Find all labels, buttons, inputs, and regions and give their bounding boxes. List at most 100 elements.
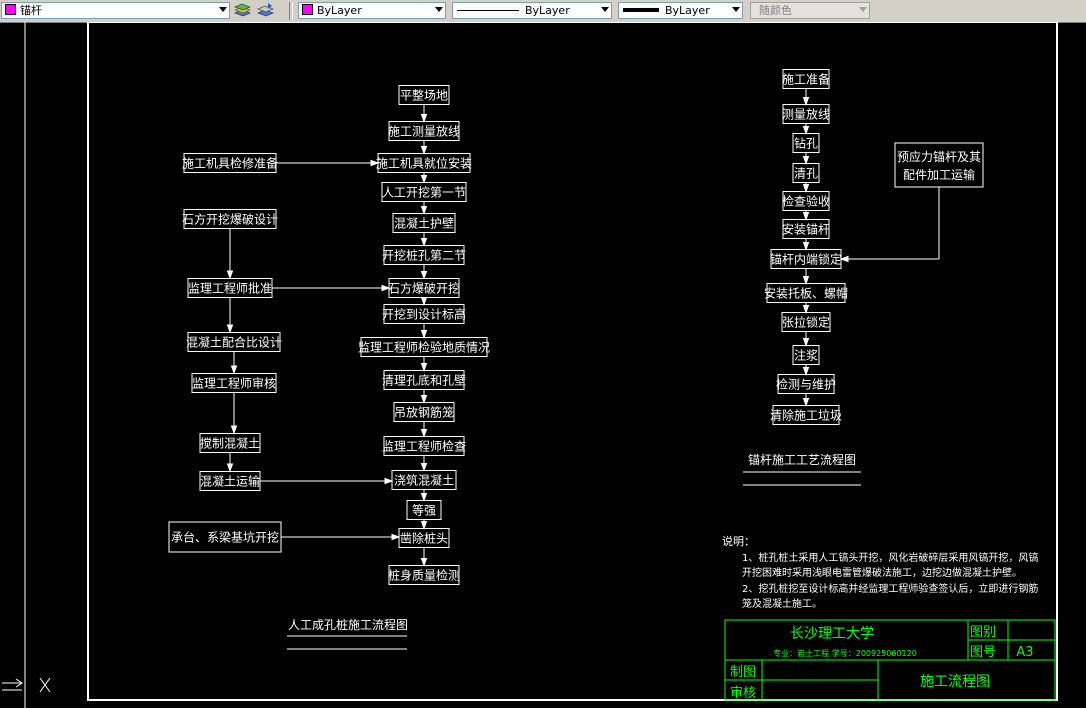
arrowhead [802,276,810,285]
right-step-box-text: 测量放线 [782,107,830,122]
layer-dropdown[interactable]: 锚杆 [1,2,230,19]
lineweight-sample [623,8,659,12]
notes-block: 说明： 1、桩孔桩土采用人工镐头开挖，风化岩破碎层采用风镐开挖，风镐 开挖困难时… [722,534,1038,610]
properties-toolbar: 锚杆 ByLayer ByLayer ByLayer 随颜色 [0,0,1086,23]
arrowhead [420,297,428,306]
arrowhead [802,305,810,314]
flow-nodes: 平整场地施工测量放线施工机具就位安装人工开挖第一节混凝土护壁开挖桩孔第二节石方爆… [168,69,984,585]
left-step-box-text: 吊放钢筋笼 [394,405,454,420]
arrowhead [802,126,810,135]
left-step-box-text: 监理工程师检验地质情况 [358,340,490,355]
chevron-down-icon[interactable] [219,7,227,12]
notes-line: 笼及混凝土施工。 [742,597,822,610]
left-step-box-text: 开挖桩孔第二节 [382,248,466,263]
sheet-size: A3 [1016,645,1033,660]
arrowhead [802,398,810,407]
arrowhead [226,463,234,473]
color-dropdown[interactable]: ByLayer [298,2,446,19]
arrowhead [420,330,428,339]
arrowhead [420,493,428,502]
lineweight-value: ByLayer [665,4,710,17]
arrowhead [420,238,428,247]
left-step-box-text: 平整场地 [400,88,448,103]
left-side-step-box-text: 混凝土配合比设计 [186,335,282,350]
right-flow-title: 锚杆施工工艺流程图 [748,452,856,467]
left-step-box-text: 等强 [412,504,436,518]
left-side-step-box-text: 监理工程师批准 [188,281,272,296]
right-step-box-text: 注浆 [794,348,818,363]
notes-line: 2、挖孔桩挖至设计标高并经监理工程师验查签认后，立即进行钢筋 [742,582,1038,595]
ucs-icon [2,677,51,693]
chevron-down-icon[interactable] [435,7,443,12]
arrowhead [802,242,810,251]
lineweight-dropdown[interactable]: ByLayer [618,2,743,19]
drawing-canvas[interactable]: 平整场地施工测量放线施工机具就位安装人工开挖第一节混凝土护壁开挖桩孔第二节石方爆… [0,22,1086,708]
arrowhead [420,558,428,567]
plotstyle-value: 随颜色 [759,4,792,17]
left-step-box-text: 施工机具就位安装 [376,156,472,171]
school-name: 长沙理工大学 [790,626,874,642]
arrowhead [802,338,810,347]
arrowhead [420,175,428,184]
left-side-step-box-text: 承台、系梁基坑开挖 [171,530,279,545]
arrowhead [420,146,428,155]
left-side-step-box-text: 石方开挖爆破设计 [182,212,278,227]
right-step-box-text: 张拉锁定 [782,315,830,330]
right-step-box-text: 安装托板、螺帽 [764,286,848,301]
arrowhead [420,363,428,372]
right-step-box-text: 施工准备 [782,73,830,87]
notes-line: 1、桩孔桩土采用人工镐头开挖，风化岩破碎层采用风镐开挖，风镐 [742,551,1038,564]
drawn-by-label: 制图 [730,665,756,680]
arrowhead [420,395,428,404]
arrowhead [420,429,428,438]
left-step-box-text: 混凝土护壁 [394,216,454,231]
right-step-box-text: 安装锚杆 [782,222,830,237]
arrowhead [420,521,428,530]
layer-previous-icon[interactable] [257,2,274,19]
linetype-dropdown[interactable]: ByLayer [452,2,612,19]
arrowhead [226,324,234,334]
chevron-down-icon[interactable] [601,7,609,12]
arrowhead [839,255,849,263]
make-object-layer-current-icon[interactable] [234,2,251,19]
right-side-step: 预应力锚杆及其配件加工运输 [897,149,981,182]
left-side-step-box-text: 搅制混凝土 [200,436,260,451]
right-step-box-text: 清除施工垃圾 [770,408,842,423]
left-flow-title: 人工成孔桩施工流程图 [288,617,408,632]
arrowhead [391,533,401,541]
checked-by-label: 审核 [730,686,756,701]
left-step-box-text: 人工开挖第一节 [382,185,466,200]
linetype-value: ByLayer [525,4,570,17]
left-step-box-text: 开挖到设计标高 [382,307,466,322]
toolbar-separator [289,2,293,20]
notes-line: 开挖困难时采用浅眼电雷管爆破法施工，边挖边做混凝土护壁。 [742,566,1022,579]
drawing-title: 施工流程图 [920,674,990,690]
arrowhead [230,365,238,375]
left-side-step-box-text: 监理工程师审核 [192,376,276,391]
plotstyle-dropdown: 随颜色 [750,2,870,19]
drawing-type-label: 图别 [970,625,996,640]
left-step-box-text: 施工测量放线 [388,124,460,139]
chart-titles: 人工成孔桩施工流程图 锚杆施工工艺流程图 [287,452,861,650]
color-value: ByLayer [317,4,362,17]
title-block [724,619,1056,701]
arrowhead [802,212,810,221]
drawing-border [87,22,1058,701]
arrowhead [226,270,234,280]
linetype-sample [457,10,519,11]
arrowhead [802,156,810,165]
layer-name: 锚杆 [20,4,42,17]
right-step-box-text: 锚杆内端锁定 [770,252,842,267]
arrowhead [420,206,428,215]
arrowhead [420,114,428,123]
left-step-box-text: 监理工程师检查 [382,439,466,454]
arrowhead [420,463,428,472]
chevron-down-icon[interactable] [732,7,740,12]
left-side-step-box-text: 混凝土运输 [200,474,260,489]
arrowhead [802,367,810,376]
left-step-box-text: 桩身质量检测 [388,568,460,583]
right-step-box-text: 清孔 [794,167,818,181]
right-step-box-text: 检查验收 [782,194,830,209]
arrowhead [384,477,394,485]
major-line: 专业：岩土工程 学号：200925060120 [773,648,917,658]
